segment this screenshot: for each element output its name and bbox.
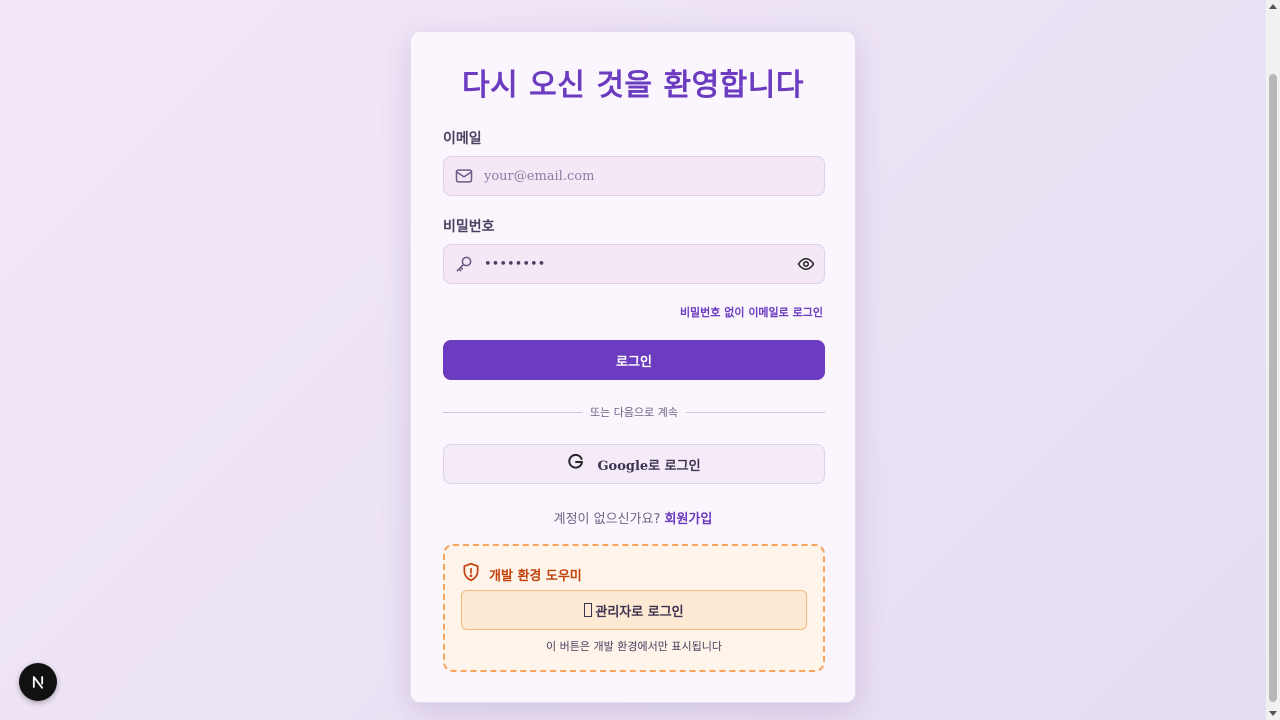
signup-text: 계정이 없으신가요? — [553, 512, 661, 527]
nextjs-logo-icon — [32, 676, 44, 689]
google-login-label: Google로 로그인 — [597, 458, 701, 474]
password-input[interactable] — [484, 245, 788, 283]
eye-icon[interactable] — [788, 244, 824, 284]
magic-link-login[interactable]: 비밀번호 없이 이메일로 로그인 — [680, 304, 823, 320]
page-title: 다시 오신 것을 환영합니다 — [462, 68, 804, 103]
divider: 또는 다음으로 계속 — [443, 404, 826, 420]
dev-helper-note: 이 버튼은 개발 환경에서만 표시됩니다 — [546, 640, 722, 653]
signup-link[interactable]: 회원가입 — [665, 512, 713, 527]
login-card: 다시 오신 것을 환영합니다 이메일 비밀번호 — [410, 31, 856, 703]
scrollbar-thumb[interactable] — [1269, 74, 1277, 702]
shield-alert-icon — [461, 562, 481, 586]
admin-login-button[interactable]: 관리자로 로그인 — [461, 590, 807, 630]
dev-helper-title: 개발 환경 도우미 — [489, 568, 582, 584]
mail-icon — [444, 156, 484, 196]
divider-line-left — [443, 411, 583, 413]
divider-text: 또는 다음으로 계속 — [590, 406, 678, 419]
password-label: 비밀번호 — [443, 219, 495, 235]
password-field-wrapper — [443, 244, 825, 284]
scroll-down-arrow-icon[interactable] — [1269, 711, 1277, 716]
scroll-up-arrow-icon[interactable] — [1269, 4, 1277, 9]
login-button[interactable]: 로그인 — [443, 340, 825, 380]
dev-helper-box: 개발 환경 도우미 관리자로 로그인 이 버튼은 개발 환경에서만 표시됩니다 — [443, 544, 825, 672]
email-input[interactable] — [484, 157, 824, 195]
email-label: 이메일 — [443, 131, 482, 147]
key-icon — [444, 244, 484, 284]
nextjs-dev-indicator[interactable] — [19, 663, 57, 701]
dev-helper-header: 개발 환경 도우미 — [461, 562, 582, 586]
page-background: 다시 오신 것을 환영합니다 이메일 비밀번호 — [0, 0, 1266, 720]
divider-line-right — [685, 411, 826, 413]
google-login-button[interactable]: Google로 로그인 — [443, 444, 825, 484]
vertical-scrollbar[interactable] — [1266, 0, 1280, 720]
google-icon — [567, 453, 585, 475]
missing-glyph-icon — [584, 603, 593, 617]
admin-login-label: 관리자로 로그인 — [595, 604, 684, 620]
signup-prompt: 계정이 없으신가요? 회원가입 — [411, 508, 855, 527]
email-field-wrapper — [443, 156, 825, 196]
